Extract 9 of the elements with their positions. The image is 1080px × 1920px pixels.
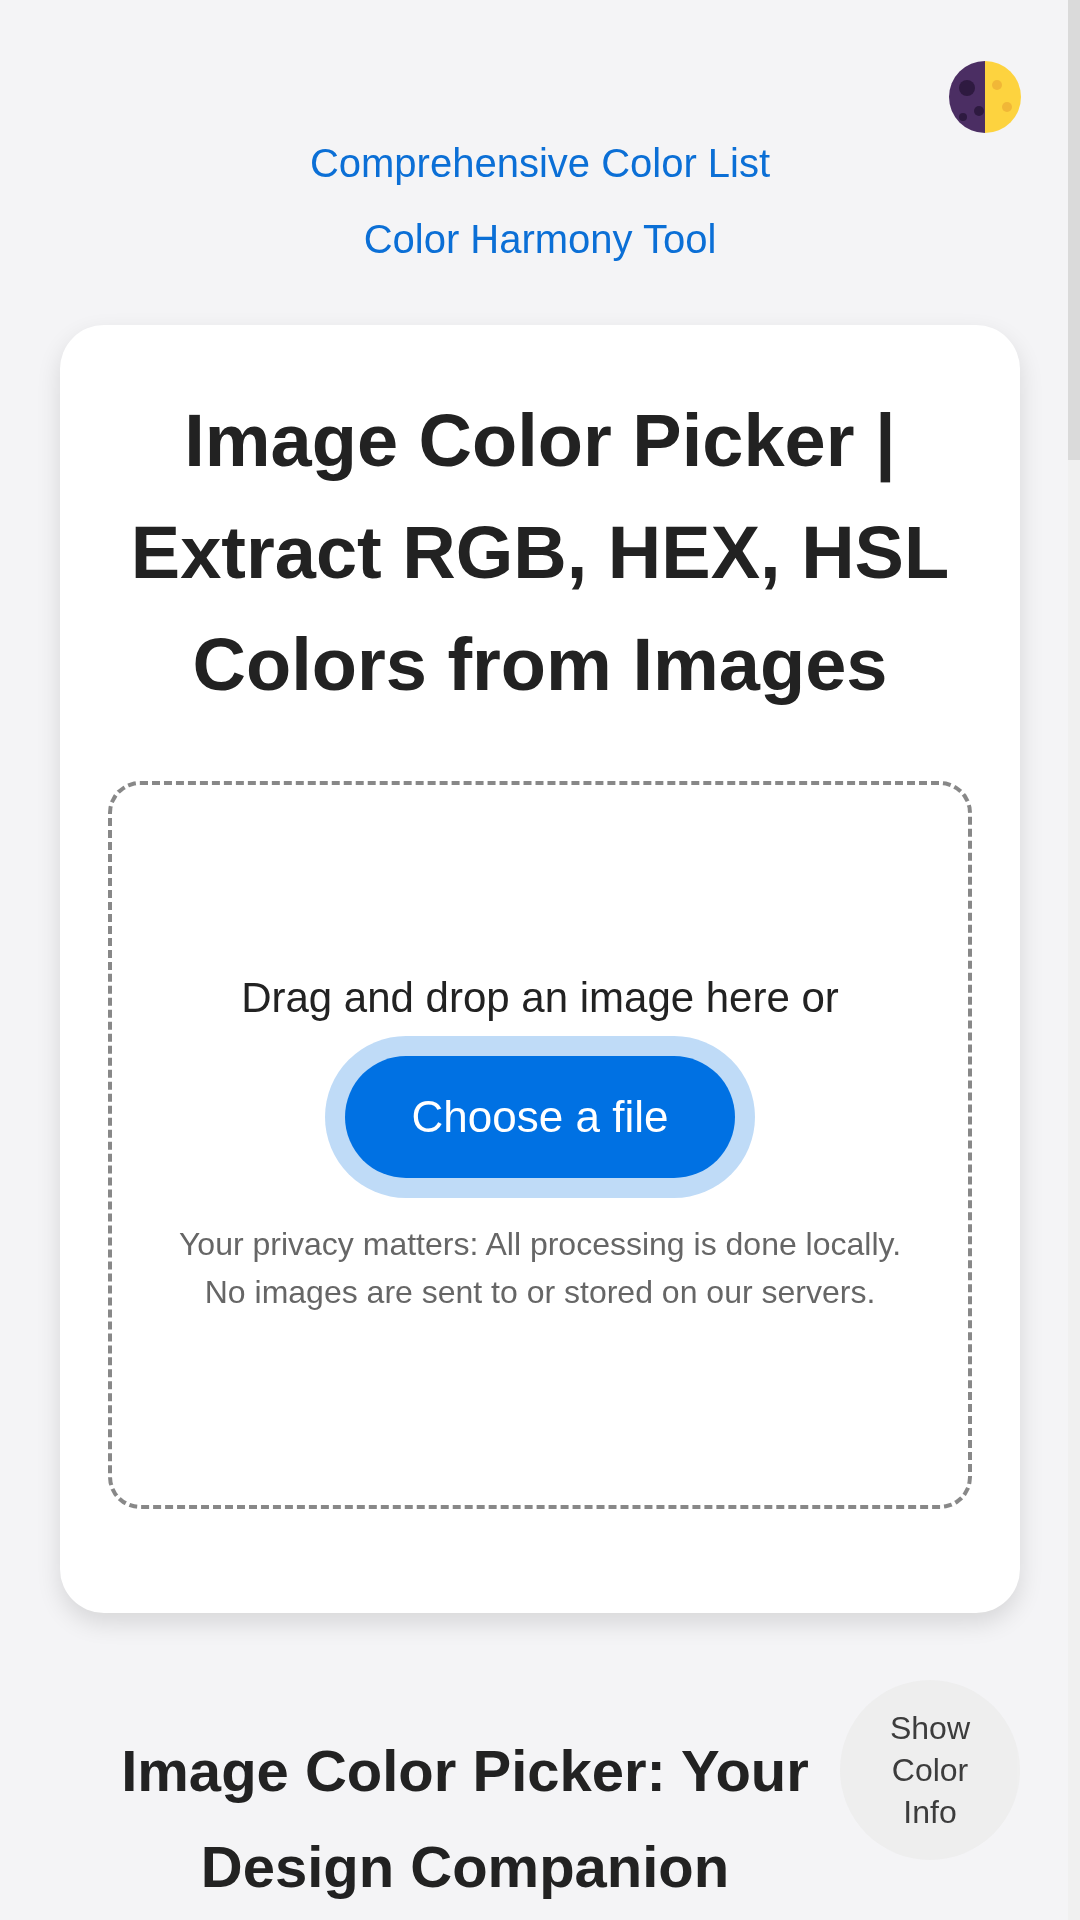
nav-link[interactable]: Comprehensive Color List (309, 125, 771, 201)
section-heading: Image Color Picker: Your Design Companion (120, 1737, 810, 1901)
drop-prompt: Drag and drop an image here or (241, 974, 839, 1022)
nav-link[interactable]: Color Harmony Tool (363, 201, 717, 277)
moon-icon[interactable] (949, 61, 1021, 133)
page-title: Image Color Picker | Extract RGB, HEX, HSL Colors from Images (129, 398, 951, 708)
drop-zone[interactable]: Drag and drop an image here or Choose a file Your privacy matters: All processing is done locally. No images are sent to or stored on our servers. (108, 781, 972, 1509)
privacy-note: Your privacy matters: All processing is done locally. No images are sent to or stored on our servers. (177, 1225, 903, 1312)
show-color-info-button[interactable]: Show Color Info (840, 1680, 1020, 1860)
